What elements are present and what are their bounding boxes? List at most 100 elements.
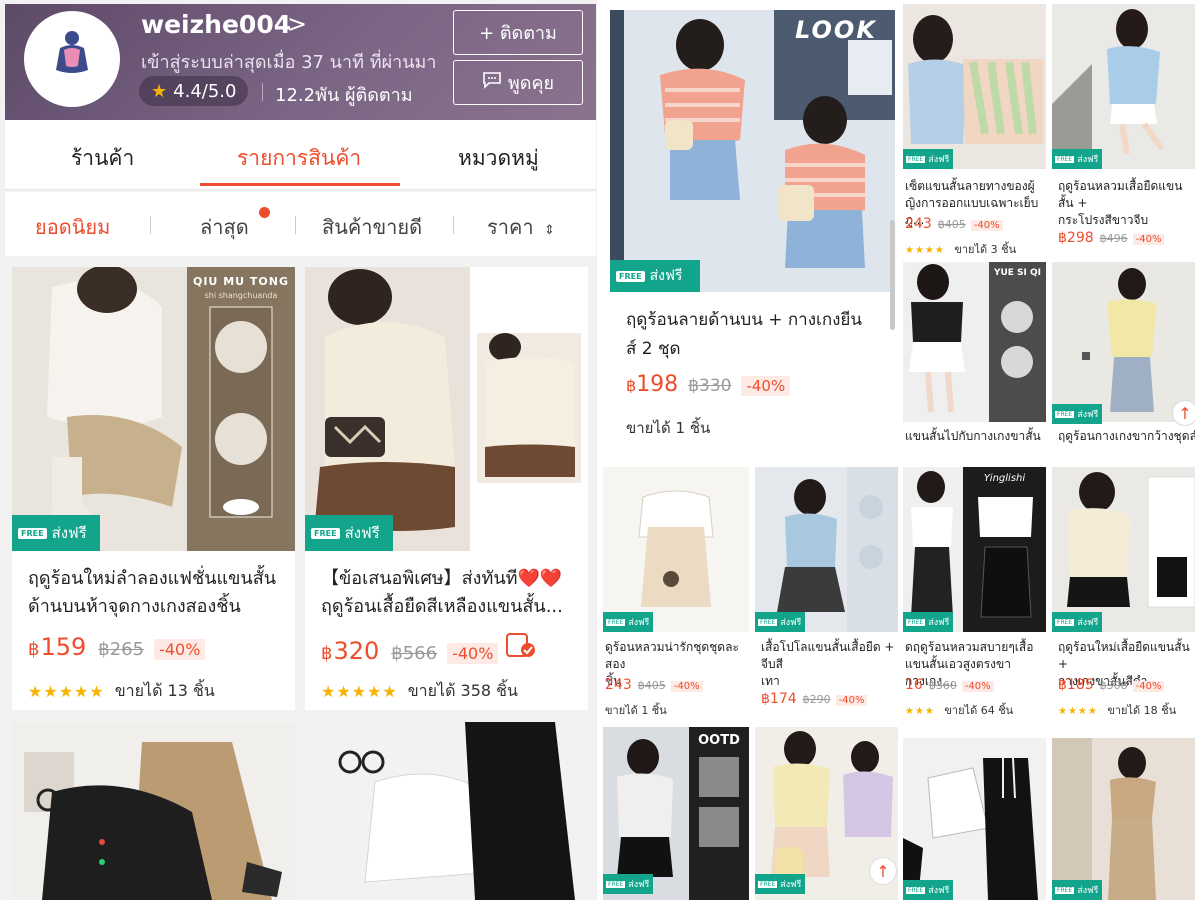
original-price: ฿290 [802,693,831,706]
free-shipping-badge: FREE ส่งฟรี [1052,880,1102,900]
image-brand-text: OOTD [698,733,740,748]
follow-label: + ติดตาม [479,23,557,44]
free-label: FREE [18,527,47,539]
image-brand-text: QIU MU TONG [192,275,289,288]
rating-stars: ★★★★ [905,245,945,256]
product-image [1052,4,1195,169]
shop-rating: ★ 4.4/5.0 [139,76,249,106]
free-label: FREE [906,155,926,163]
free-label: FREE [906,618,926,626]
product-image [903,467,1046,632]
ship-label: ส่งฟรี [1077,410,1099,420]
rating-value: 4.4/5.0 [173,80,237,102]
ship-label: ส่งฟรี [780,880,802,890]
chevron-right-icon[interactable]: > [287,10,307,38]
sort-popular[interactable]: ยอดนิยม [35,211,110,243]
ship-label: ส่งฟรี [928,155,950,165]
discount-badge: -40% [970,220,1003,231]
product-card[interactable]: OOTD FREE ส่งฟรี [603,727,749,900]
original-price: ฿405 [937,218,966,231]
ship-label: ส่งฟรี [1077,618,1099,628]
free-shipping-badge: FREE ส่งฟรี [1052,149,1102,169]
screenshot-collage: weizhe004 > เข้าสู่ระบบล่าสุดเมื่อ 37 นา… [0,0,1200,900]
follow-button[interactable]: + ติดตาม [453,10,583,55]
product-title: เสื้อโปโลแขนสั้นเสื้อยืด + จีบสี เทา [761,639,898,690]
scroll-top-button[interactable]: ↑ [1172,400,1195,426]
product-card[interactable]: FREE ส่งฟรี ฤดูร้อนกางเกงขากว้างชุดลำลอง… [1052,262,1195,450]
product-price: ฿ 159 ฿265 -40% [28,633,206,661]
product-card[interactable]: FREE ส่งฟรี ดูร้อนหลวมน่ารักชุดชุดละสอง … [603,467,749,719]
product-card[interactable]: FREE ส่งฟรี 【ข้อเสนอพิเศษ】ส่งทันที❤️❤️ ฤ… [305,267,588,710]
divider [295,216,296,234]
ship-label: ส่งฟรี [628,618,650,628]
product-title: แขนสั้นไปกับกางเกงขาสั้น [905,429,1041,443]
free-label: FREE [1055,618,1075,626]
sold-count: ขายได้ 1 ชิ้น [605,704,667,717]
price-value: 243 [905,216,932,232]
tab-products[interactable]: รายการสินค้า [237,142,361,175]
price-value: ฿174 [761,691,797,707]
product-image [1052,262,1195,422]
scrollbar[interactable] [890,220,895,330]
product-title-line: ฤดูร้อนลายด้านบน + กางเกงยีน [626,310,863,330]
product-title-line: ด้านบนห้าจุดกางเกงสองชิ้น [28,596,241,617]
product-card[interactable]: Yinglishi FREE ส่งฟรี ดฤดูร้อนหลวมสบายๆเ… [903,467,1046,719]
scroll-top-button[interactable]: ↑ [869,857,897,885]
followers-count: 12.2พัน ผู้ติดตาม [275,85,413,106]
product-card[interactable]: FREE ส่งฟรี [903,738,1046,900]
ship-label: ส่งฟรี [1077,155,1099,165]
tab-shop[interactable]: ร้านค้า [71,142,134,175]
original-price: ฿566 [391,643,438,664]
sort-price[interactable]: ราคา ⇕ [487,211,555,243]
product-card[interactable]: FREE ส่งฟรี ฤดูร้อนหลวมเสื้อยืดแขนสั้น +… [1052,4,1195,256]
product-price: 243 ฿405 -40% [905,216,1003,232]
product-title: ฤดูร้อนกางเกงขากว้างชุดลำลอง [1058,429,1195,443]
ship-label: ส่งฟรี [51,524,87,542]
ship-label: ส่งฟรี [649,268,683,284]
product-image [903,262,1046,422]
shop-name[interactable]: weizhe004 [141,10,291,39]
ship-label: ส่งฟรี [928,618,950,628]
product-title-line: ฤดูร้อนหลวมเสื้อยืดแขนสั้น + [1058,179,1183,210]
product-card[interactable]: FREE ส่งฟรี เซ็ตแขนสั้นลายทางของผู้ ญิงก… [903,4,1046,256]
sort-bestseller[interactable]: สินค้าขายดี [322,211,422,243]
product-title: ฤดูร้อนลายด้านบน + กางเกงยีน ส์ 2 ชุด [626,306,862,364]
product-meta: ★★★★ ขายได้ 3 ชิ้น [905,240,1016,256]
original-price: ฿360 [928,679,957,692]
image-brand-text: Yinglishi [983,473,1026,484]
sold-count: ขายได้ 64 ชิ้น [944,704,1014,717]
product-card[interactable] [12,722,295,900]
arrow-up-icon: ↑ [876,861,890,881]
product-image [1052,738,1195,900]
sold-count: ขายได้ 13 ชิ้น [114,681,215,700]
product-price: 243 ฿405 -40% [605,677,703,693]
discount-badge: -40% [447,643,499,664]
free-shipping-badge: FREE ส่งฟรี [12,515,100,551]
sort-latest[interactable]: ล่าสุด [200,211,249,243]
product-title-line: ดฤดูร้อนหลวมสบายๆเสื้อ [905,640,1034,654]
product-card[interactable]: YUE SI QI แขนสั้นไปกับกางเกงขาสั้น [903,262,1046,450]
free-shipping-badge: FREE ส่งฟรี [755,874,805,894]
chat-button[interactable]: พูดคุย [453,60,583,105]
product-card[interactable]: FREE ส่งฟรี ฤดูร้อนใหม่เสื้อยืดแขนสั้น +… [1052,467,1195,719]
original-price: ฿308 [1099,679,1128,692]
tab-categories[interactable]: หมวดหมู่ [458,142,539,175]
chat-icon [482,71,502,94]
verified-icon [506,633,536,659]
featured-product-card[interactable]: LOOK FREE ส่งฟรี ฤดูร้อนลายด้านบน + กางเ… [610,10,895,446]
price-value: 16 [905,677,923,693]
original-price: ฿330 [688,376,732,396]
sort-bar: ยอดนิยม ล่าสุด สินค้าขายดี ราคา ⇕ [5,192,596,256]
free-label: FREE [616,270,645,282]
product-card[interactable]: FREE ส่งฟรี เสื้อโปโลแขนสั้นเสื้อยืด + จ… [755,467,898,719]
product-card[interactable]: QIU MU TONG shi shangchuanda FREE ส่งฟรี… [12,267,295,710]
product-meta: ★★★★★ ขายได้ 13 ชิ้น [28,679,215,704]
ship-label: ส่งฟรี [780,618,802,628]
product-card[interactable]: FREE ส่งฟรี [1052,738,1195,900]
product-card[interactable]: FREE ส่งฟรี ↑ [755,727,898,900]
product-card[interactable] [305,722,588,900]
product-title-line: ฤดูร้อนใหม่ลำลองแฟชั่นแขนสั้น [28,568,277,589]
shop-logo[interactable] [24,11,120,107]
ship-label: ส่งฟรี [628,880,650,890]
free-label: FREE [758,618,778,626]
